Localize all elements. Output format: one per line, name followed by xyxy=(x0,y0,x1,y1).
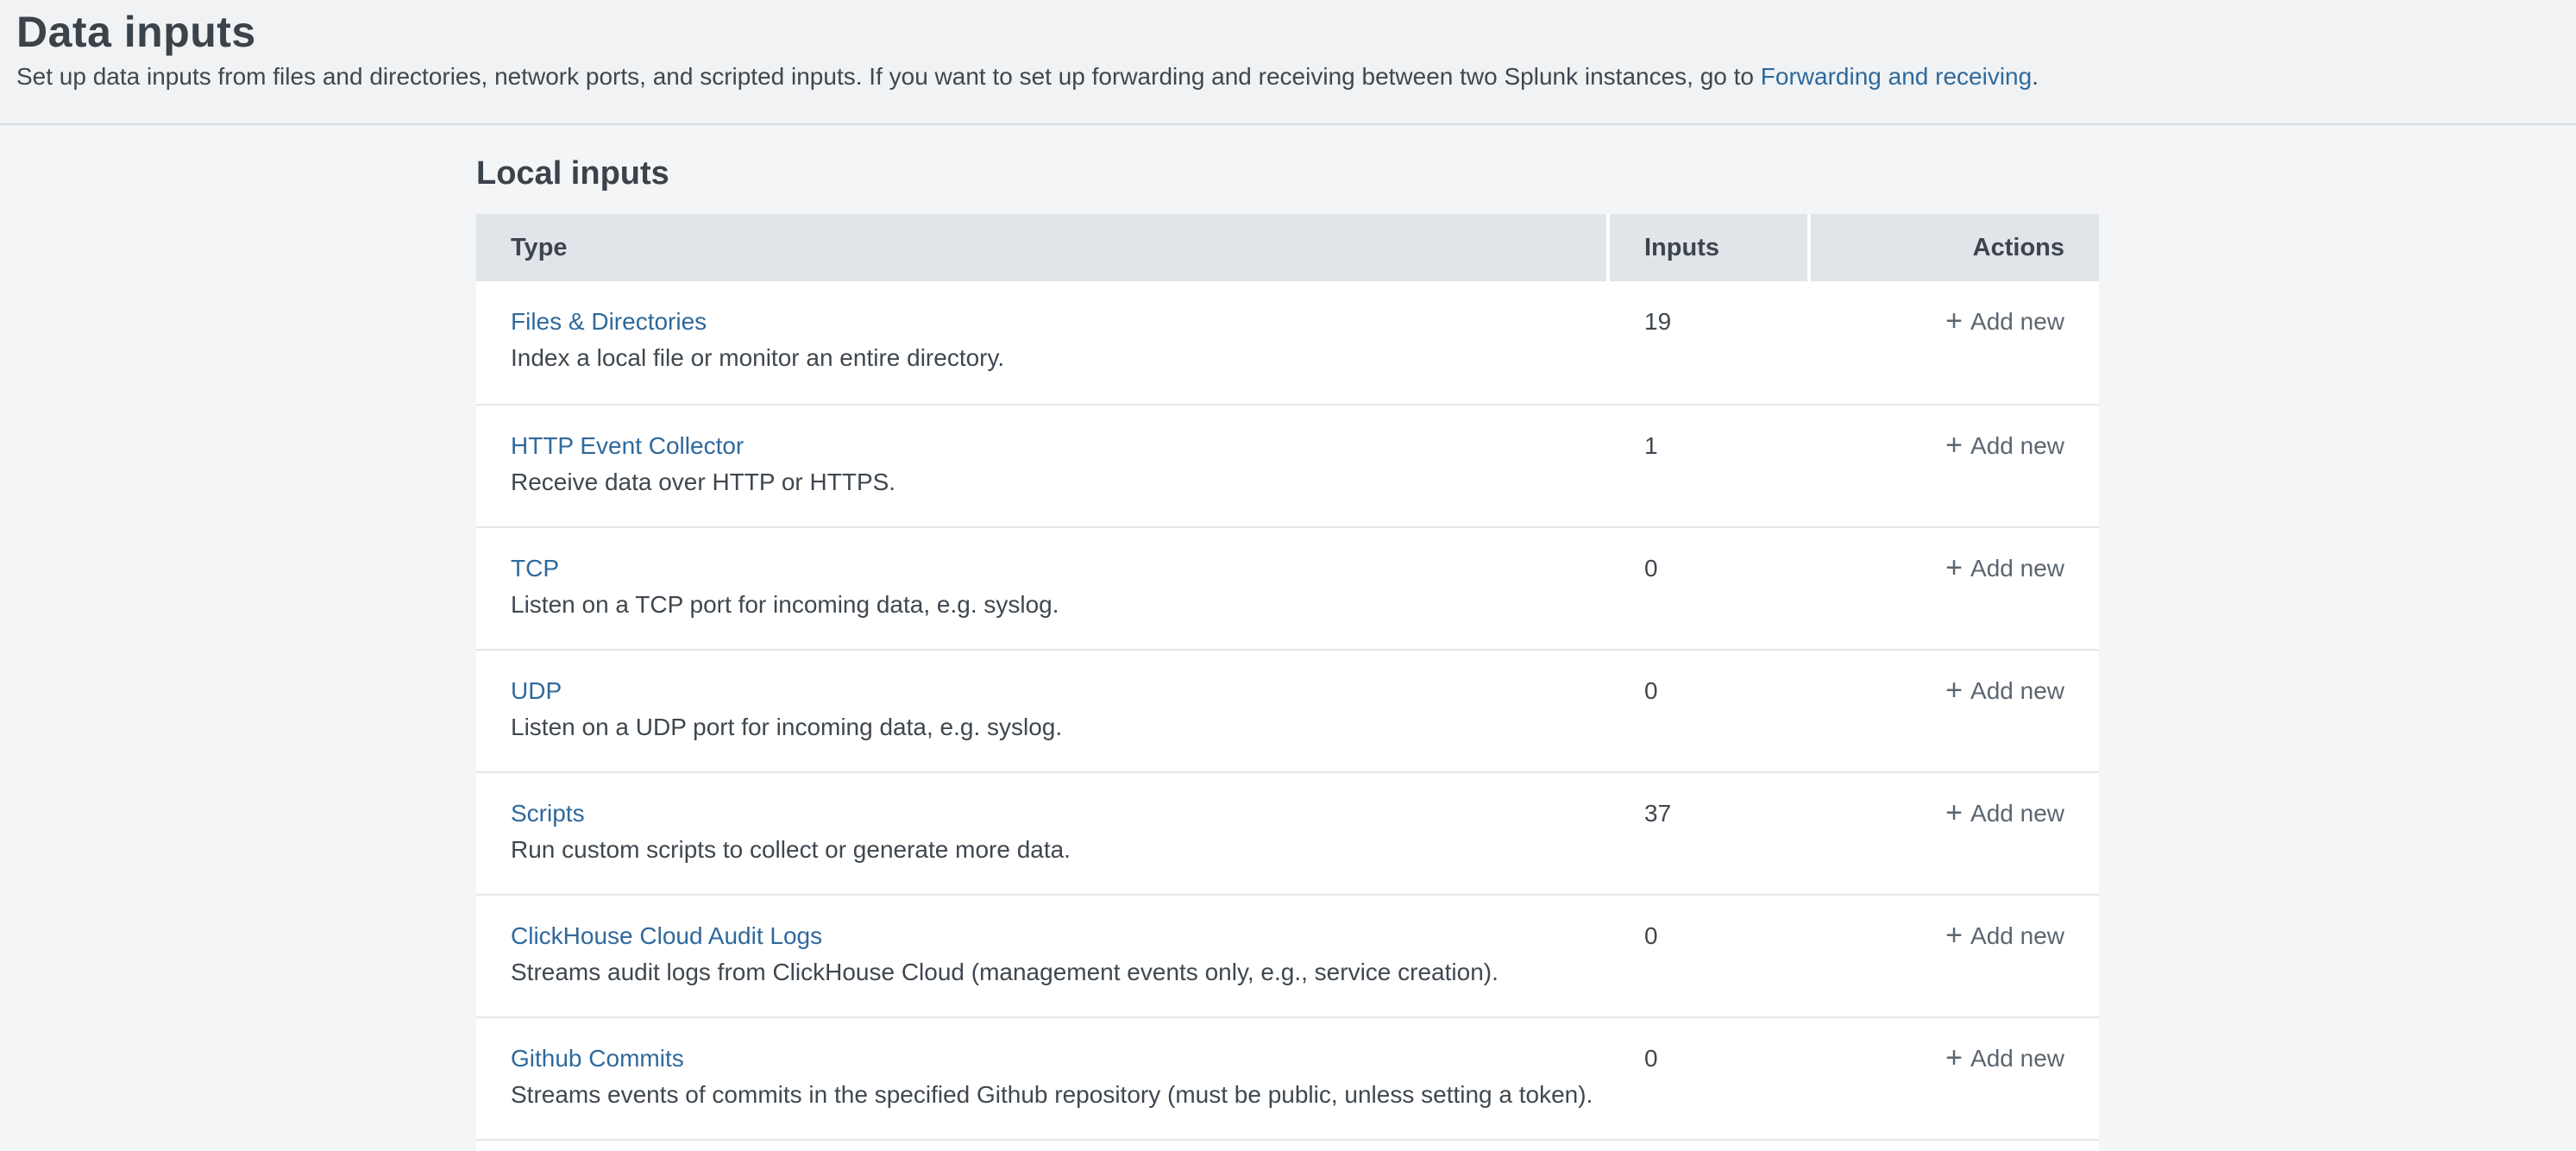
input-type-link[interactable]: Github Commits xyxy=(511,1041,684,1077)
table-row: Files & Directories Index a local file o… xyxy=(476,281,2099,404)
actions-cell: +Add new xyxy=(1811,1018,2099,1139)
table-header-row: Type Inputs Actions xyxy=(476,214,2099,281)
subtitle-text: Set up data inputs from files and direct… xyxy=(16,63,1761,90)
table-row: Github Commits Streams events of commits… xyxy=(476,1016,2099,1139)
subtitle-period: . xyxy=(2032,63,2039,90)
actions-cell: +Add new xyxy=(1811,528,2099,649)
add-new-label: Add new xyxy=(1970,673,2064,709)
inputs-count: 0 xyxy=(1610,528,1811,649)
plus-icon: + xyxy=(1945,550,1963,586)
inputs-count: 0 xyxy=(1610,896,1811,1016)
input-type-description: Streams events of commits in the specifi… xyxy=(511,1077,1610,1113)
input-type-link[interactable]: Scripts xyxy=(511,796,585,832)
inputs-count: 0 xyxy=(1610,651,1811,771)
table-row-partial xyxy=(476,1139,2099,1151)
input-type-description: Listen on a UDP port for incoming data, … xyxy=(511,709,1610,745)
add-new-label: Add new xyxy=(1970,796,2064,832)
page-subtitle: Set up data inputs from files and direct… xyxy=(16,60,2541,93)
input-type-link[interactable]: TCP xyxy=(511,550,559,587)
actions-cell: +Add new xyxy=(1811,281,2099,404)
actions-cell: +Add new xyxy=(1811,896,2099,1016)
add-new-label: Add new xyxy=(1970,918,2064,954)
input-type-description: Streams audit logs from ClickHouse Cloud… xyxy=(511,954,1610,991)
add-new-button[interactable]: +Add new xyxy=(1945,550,2064,587)
add-new-button[interactable]: +Add new xyxy=(1945,918,2064,954)
section-title: Local inputs xyxy=(476,154,2576,192)
input-type-description: Listen on a TCP port for incoming data, … xyxy=(511,587,1610,623)
table-row: Scripts Run custom scripts to collect or… xyxy=(476,771,2099,894)
page-header: Data inputs Set up data inputs from file… xyxy=(0,0,2576,125)
content-area: Local inputs Type Inputs Actions Files &… xyxy=(0,125,2576,1151)
add-new-label: Add new xyxy=(1970,428,2064,464)
plus-icon: + xyxy=(1945,1040,1963,1076)
type-cell: ClickHouse Cloud Audit Logs Streams audi… xyxy=(476,896,1610,1016)
type-cell: HTTP Event Collector Receive data over H… xyxy=(476,406,1610,526)
table-row: ClickHouse Cloud Audit Logs Streams audi… xyxy=(476,894,2099,1016)
add-new-label: Add new xyxy=(1970,1041,2064,1077)
local-inputs-table: Type Inputs Actions Files & Directories … xyxy=(476,214,2099,1151)
forwarding-and-receiving-link[interactable]: Forwarding and receiving xyxy=(1761,63,2032,90)
plus-icon: + xyxy=(1945,303,1963,339)
add-new-button[interactable]: +Add new xyxy=(1945,304,2064,340)
type-cell: Files & Directories Index a local file o… xyxy=(476,281,1610,404)
input-type-link[interactable]: Files & Directories xyxy=(511,304,707,340)
inputs-count: 19 xyxy=(1610,281,1811,404)
table-body: Files & Directories Index a local file o… xyxy=(476,281,2099,1151)
input-type-description: Run custom scripts to collect or generat… xyxy=(511,832,1610,868)
input-type-link[interactable]: HTTP Event Collector xyxy=(511,428,744,464)
table-row: HTTP Event Collector Receive data over H… xyxy=(476,404,2099,526)
column-header-actions: Actions xyxy=(1811,214,2099,281)
add-new-label: Add new xyxy=(1970,550,2064,587)
type-cell: Github Commits Streams events of commits… xyxy=(476,1018,1610,1139)
actions-cell: +Add new xyxy=(1811,773,2099,894)
actions-cell: +Add new xyxy=(1811,406,2099,526)
inputs-count: 0 xyxy=(1610,1018,1811,1139)
add-new-button[interactable]: +Add new xyxy=(1945,1041,2064,1077)
table-row: UDP Listen on a UDP port for incoming da… xyxy=(476,649,2099,771)
add-new-button[interactable]: +Add new xyxy=(1945,796,2064,832)
column-header-type: Type xyxy=(476,214,1606,281)
input-type-description: Index a local file or monitor an entire … xyxy=(511,340,1610,376)
column-header-inputs: Inputs xyxy=(1610,214,1807,281)
type-cell: Scripts Run custom scripts to collect or… xyxy=(476,773,1610,894)
type-cell: UDP Listen on a UDP port for incoming da… xyxy=(476,651,1610,771)
type-cell: TCP Listen on a TCP port for incoming da… xyxy=(476,528,1610,649)
page-title: Data inputs xyxy=(16,7,2541,57)
add-new-label: Add new xyxy=(1970,304,2064,340)
input-type-description: Receive data over HTTP or HTTPS. xyxy=(511,464,1610,500)
plus-icon: + xyxy=(1945,795,1963,831)
add-new-button[interactable]: +Add new xyxy=(1945,673,2064,709)
plus-icon: + xyxy=(1945,427,1963,463)
input-type-link[interactable]: UDP xyxy=(511,673,562,709)
add-new-button[interactable]: +Add new xyxy=(1945,428,2064,464)
plus-icon: + xyxy=(1945,672,1963,708)
input-type-link[interactable]: ClickHouse Cloud Audit Logs xyxy=(511,918,822,954)
plus-icon: + xyxy=(1945,917,1963,953)
inputs-count: 37 xyxy=(1610,773,1811,894)
actions-cell: +Add new xyxy=(1811,651,2099,771)
table-row: TCP Listen on a TCP port for incoming da… xyxy=(476,526,2099,649)
inputs-count: 1 xyxy=(1610,406,1811,526)
